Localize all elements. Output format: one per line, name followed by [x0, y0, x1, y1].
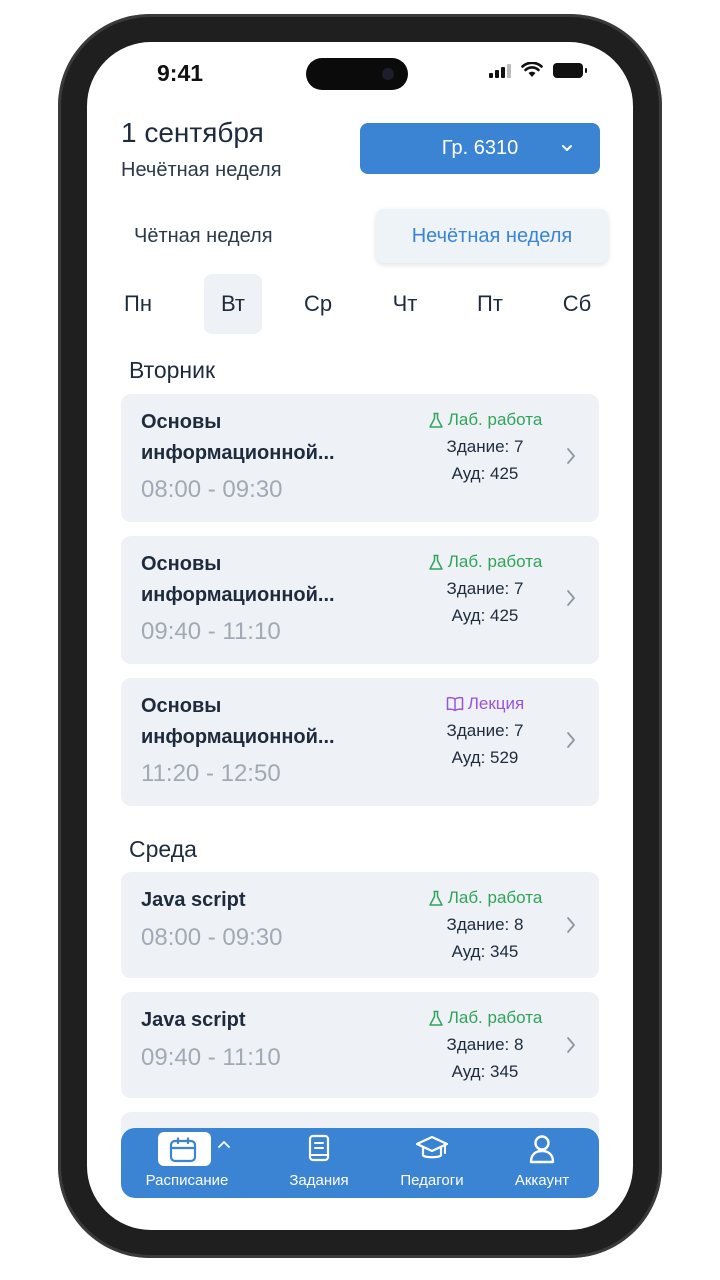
class-title-line2: информационной... — [141, 584, 335, 606]
class-room: Ауд: 345 — [451, 942, 519, 961]
book-icon — [308, 1134, 330, 1162]
class-type-label: Лаб. работа — [447, 888, 543, 907]
class-type-label: Лаб. работа — [447, 552, 543, 571]
class-room: Ауд: 345 — [451, 1062, 519, 1081]
chevron-right-icon — [567, 590, 575, 606]
nav-label: Педагоги — [400, 1172, 464, 1189]
class-card[interactable]: Основы информационной... 08:00 - 09:30 Л… — [121, 394, 599, 522]
chevron-right-icon — [567, 917, 575, 933]
class-type: Лекция — [415, 694, 555, 714]
class-building: Здание: 8 — [446, 915, 524, 934]
class-title: Java script — [141, 1009, 246, 1031]
week-parity: Нечётная неделя — [121, 159, 282, 181]
calendar-icon — [169, 1137, 197, 1163]
chevron-right-icon — [567, 1037, 575, 1053]
battery-icon — [553, 62, 587, 78]
day-tab-tue[interactable]: Вт — [204, 274, 262, 334]
nav-account[interactable]: Аккаунт — [487, 1128, 597, 1198]
class-type: Лаб. работа — [415, 888, 555, 908]
open-book-icon — [446, 696, 463, 712]
bottom-nav: Расписание Задания Педагоги Аккаунт — [121, 1128, 599, 1198]
class-time: 11:20 - 12:50 — [141, 760, 281, 787]
nav-teachers[interactable]: Педагоги — [377, 1128, 487, 1198]
current-date: 1 сентября — [121, 117, 264, 148]
flask-icon — [428, 1010, 443, 1026]
class-card[interactable]: Основы информационной... 09:40 - 11:10 Л… — [121, 536, 599, 664]
day-tab-sat[interactable]: Сб — [548, 274, 606, 334]
graduation-cap-icon — [415, 1135, 449, 1159]
dynamic-island — [306, 58, 408, 90]
nav-schedule[interactable]: Расписание — [139, 1128, 251, 1198]
flask-icon — [428, 890, 443, 906]
class-card[interactable]: Java script 09:40 - 11:10 Лаб. работа Зд… — [121, 992, 599, 1098]
class-time: 08:00 - 09:30 — [141, 924, 283, 951]
class-card[interactable]: Основы информационной... 11:20 - 12:50 Л… — [121, 678, 599, 806]
app-screen: 9:41 1 сентября Нечётная неделя Гр. 6310… — [87, 42, 633, 1230]
class-room: Ауд: 529 — [451, 748, 519, 767]
class-title-line2: информационной... — [141, 726, 335, 748]
flask-icon — [428, 554, 443, 570]
section-heading: Вторник — [129, 357, 216, 383]
chevron-down-icon — [562, 145, 572, 151]
day-selector: Пн Вт Ср Чт Пт Сб — [121, 274, 601, 334]
class-type-label: Лаб. работа — [447, 410, 543, 429]
class-type: Лаб. работа — [415, 552, 555, 572]
class-building: Здание: 7 — [446, 437, 524, 456]
group-label: Гр. 6310 — [441, 137, 519, 159]
nav-label: Аккаунт — [514, 1172, 570, 1189]
wifi-icon — [521, 62, 543, 77]
class-title-line2: информационной... — [141, 442, 335, 464]
class-type: Лаб. работа — [415, 1008, 555, 1028]
chevron-up-icon — [218, 1141, 230, 1148]
day-tab-mon[interactable]: Пн — [109, 274, 167, 334]
group-select-button[interactable]: Гр. 6310 — [360, 123, 600, 174]
class-title: Основы — [141, 411, 222, 433]
class-type: Лаб. работа — [415, 410, 555, 430]
status-icons — [489, 62, 587, 78]
class-time: 09:40 - 11:10 — [141, 618, 281, 645]
class-title: Java script — [141, 889, 246, 911]
day-tab-wed[interactable]: Ср — [289, 274, 347, 334]
class-building: Здание: 7 — [446, 579, 524, 598]
class-building: Здание: 7 — [446, 721, 524, 740]
class-room: Ауд: 425 — [451, 464, 519, 483]
nav-label: Расписание — [145, 1172, 229, 1189]
class-type-label: Лаб. работа — [447, 1008, 543, 1027]
class-title: Основы — [141, 695, 222, 717]
user-icon — [529, 1135, 555, 1164]
class-building: Здание: 8 — [446, 1035, 524, 1054]
class-type-label: Лекция — [467, 694, 525, 713]
status-time: 9:41 — [157, 60, 204, 86]
signal-icon — [489, 62, 511, 78]
nav-tasks[interactable]: Задания — [264, 1128, 374, 1198]
flask-icon — [428, 412, 443, 428]
section-heading: Среда — [129, 836, 197, 862]
even-week-tab[interactable]: Чётная неделя — [134, 225, 273, 248]
class-time: 08:00 - 09:30 — [141, 476, 283, 503]
class-card[interactable]: Java script 08:00 - 09:30 Лаб. работа Зд… — [121, 872, 599, 978]
odd-week-tab[interactable]: Нечётная неделя — [376, 209, 608, 263]
chevron-right-icon — [567, 448, 575, 464]
chevron-right-icon — [567, 732, 575, 748]
day-tab-fri[interactable]: Пт — [461, 274, 519, 334]
nav-label: Задания — [289, 1172, 349, 1189]
class-time: 09:40 - 11:10 — [141, 1044, 281, 1071]
class-room: Ауд: 425 — [451, 606, 519, 625]
class-title: Основы — [141, 553, 222, 575]
day-tab-thu[interactable]: Чт — [376, 274, 434, 334]
